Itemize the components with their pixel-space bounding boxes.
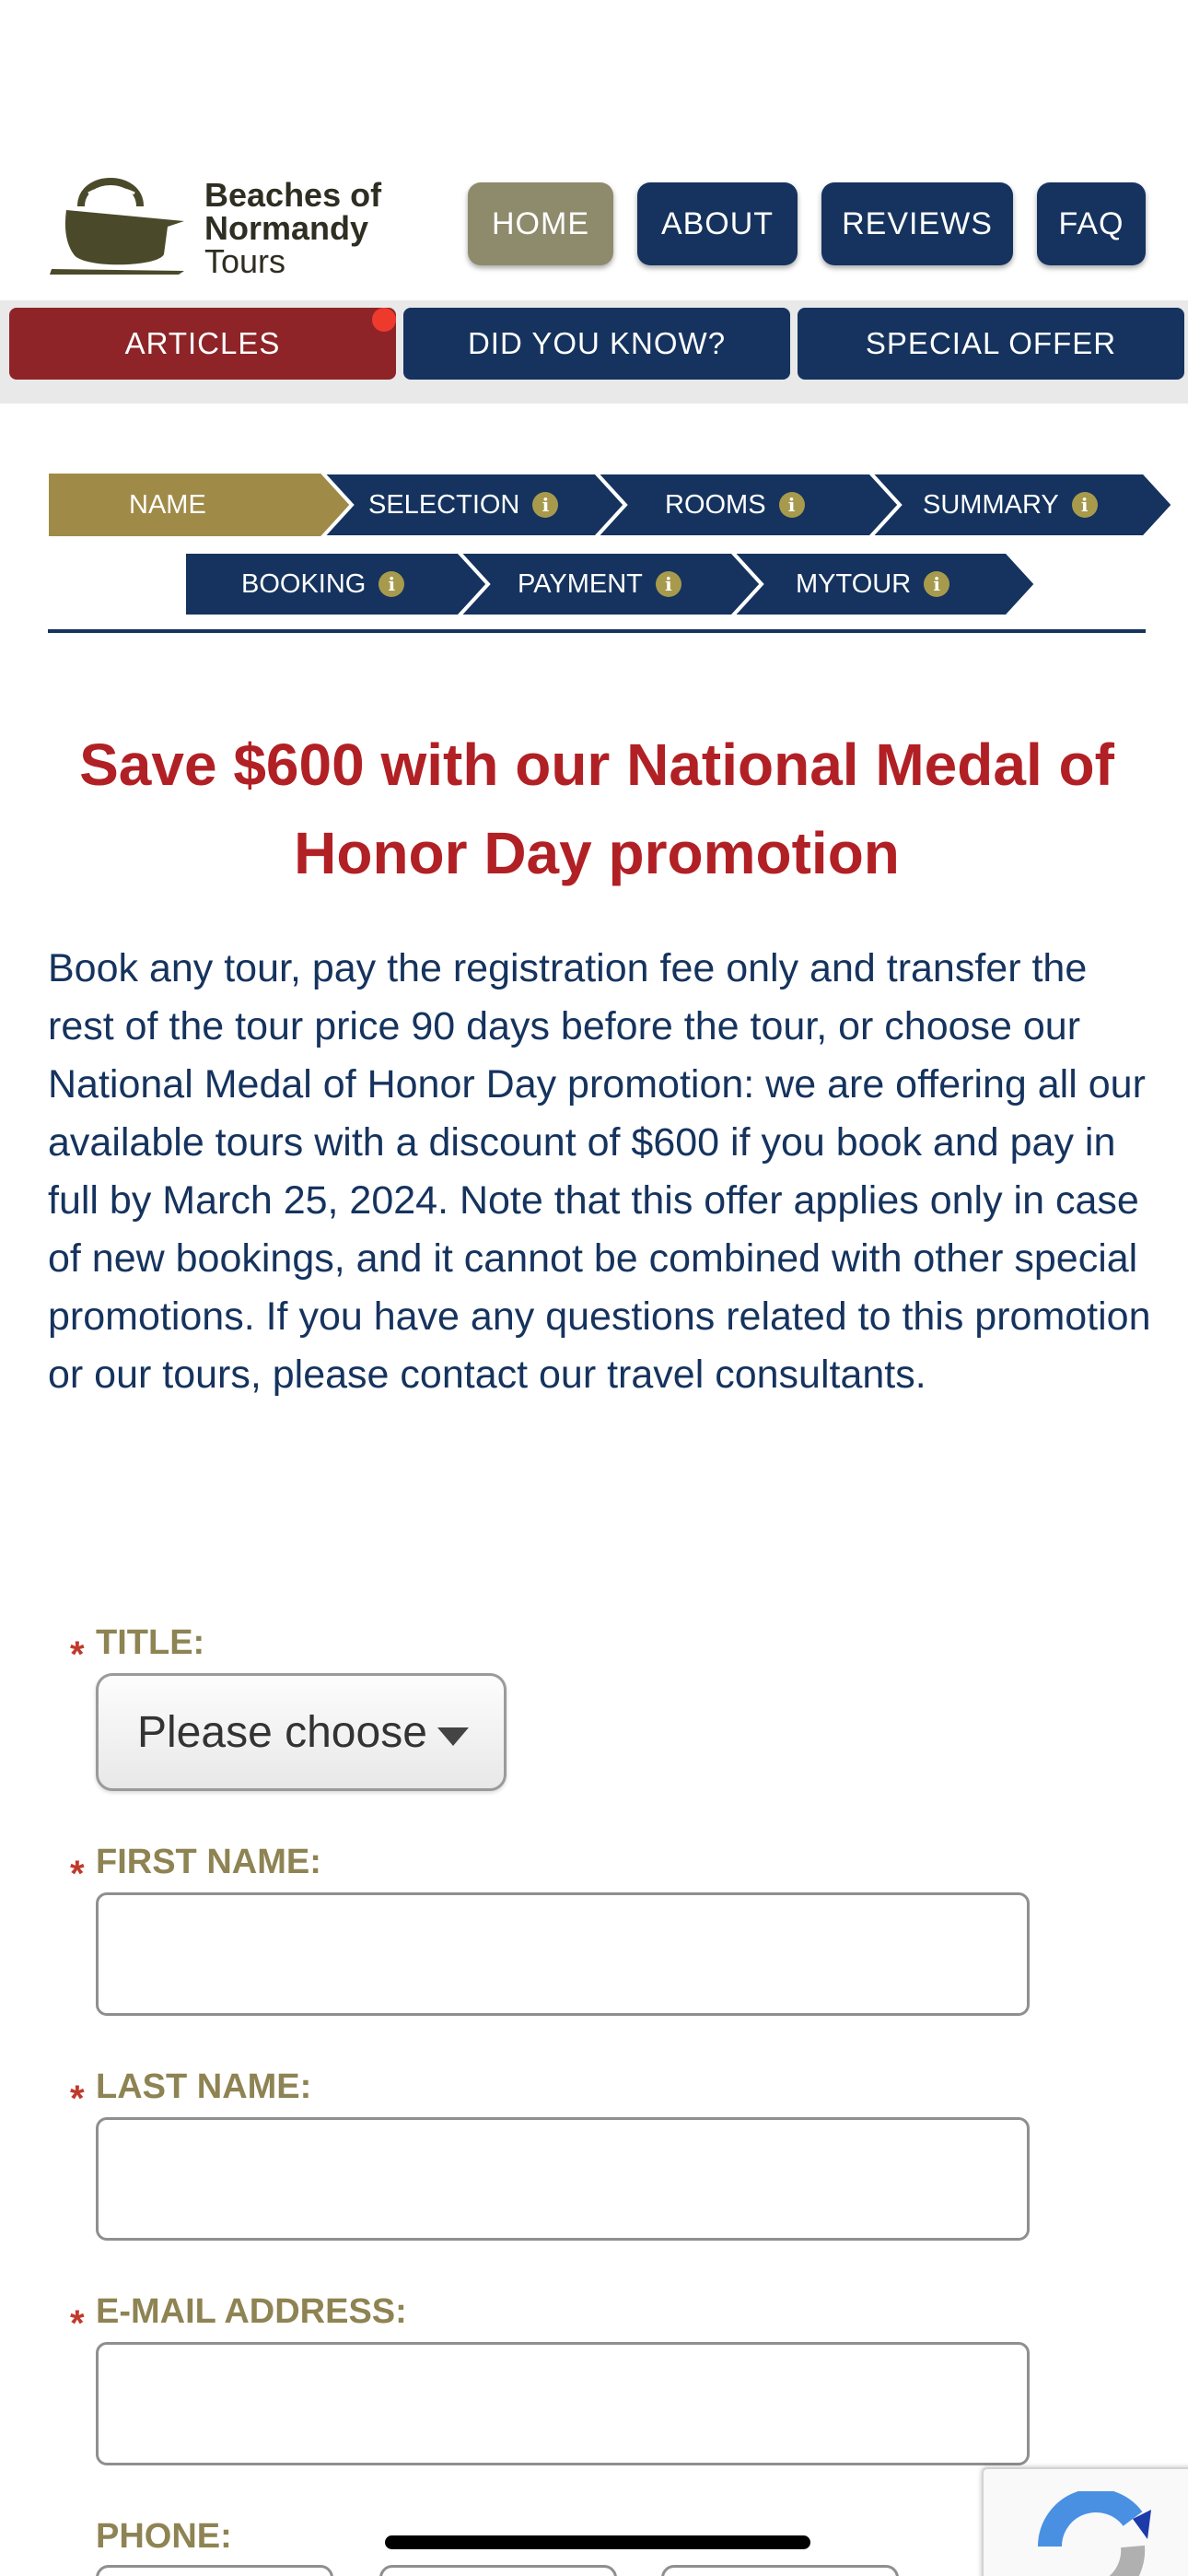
nav-faq-button[interactable]: FAQ — [1037, 182, 1146, 265]
step-booking[interactable]: BOOKING i — [241, 551, 405, 617]
required-mark: * — [70, 1854, 85, 1894]
step-name[interactable]: NAME — [129, 472, 206, 538]
nav-about-button[interactable]: ABOUT — [637, 182, 798, 265]
brand-name-line3: Tours — [204, 242, 286, 280]
nav-did-you-know-button[interactable]: DID YOU KNOW? — [403, 308, 790, 380]
email-input[interactable] — [96, 2342, 1030, 2465]
step-rooms[interactable]: ROOMS i — [665, 472, 805, 538]
step-rooms-label: ROOMS — [665, 489, 766, 520]
recaptcha-icon — [1038, 2491, 1151, 2576]
title-label: TITLE: — [96, 1623, 205, 1662]
site-header: Beaches of Normandy Tours HOME ABOUT REV… — [0, 0, 1188, 405]
phone-country-input[interactable] — [96, 2565, 333, 2576]
step-payment[interactable]: PAYMENT i — [518, 551, 681, 617]
required-mark: * — [70, 2303, 85, 2344]
phone-label: PHONE: — [96, 2517, 232, 2556]
info-icon[interactable]: i — [379, 571, 405, 597]
recaptcha-badge[interactable] — [982, 2467, 1188, 2576]
site-logo[interactable]: Beaches of Normandy Tours — [46, 166, 396, 286]
booking-steps: NAME SELECTION i ROOMS i SUMMARY i BOOKI… — [48, 472, 1177, 638]
title-select-value: Please choose — [137, 1707, 427, 1757]
info-icon[interactable]: i — [924, 571, 950, 597]
phone-number-input[interactable] — [661, 2565, 899, 2576]
step-mytour-label: MYTOUR — [796, 568, 912, 599]
step-summary[interactable]: SUMMARY i — [923, 472, 1098, 538]
nav-reviews-button[interactable]: REVIEWS — [821, 182, 1013, 265]
brand-name-line2: Normandy — [204, 209, 369, 247]
nav-home-button[interactable]: HOME — [468, 182, 613, 265]
step-payment-label: PAYMENT — [518, 568, 643, 599]
phone-area-input[interactable] — [379, 2565, 617, 2576]
info-icon[interactable]: i — [778, 492, 805, 518]
steps-divider — [48, 629, 1146, 633]
required-mark: * — [70, 1634, 85, 1675]
last-name-label: LAST NAME: — [96, 2067, 312, 2106]
home-indicator — [385, 2535, 810, 2549]
chevron-down-icon — [437, 1727, 469, 1746]
cauldron-logo-icon — [50, 178, 184, 275]
step-mytour[interactable]: MYTOUR i — [796, 551, 950, 617]
info-icon[interactable]: i — [532, 492, 559, 518]
email-label: E-MAIL ADDRESS: — [96, 2292, 407, 2331]
first-name-label: FIRST NAME: — [96, 1843, 321, 1881]
notification-badge — [372, 308, 396, 332]
brand-name-line1: Beaches of — [204, 176, 382, 214]
required-mark: * — [70, 2078, 85, 2119]
step-name-label: NAME — [129, 489, 206, 520]
promo-description: Book any tour, pay the registration fee … — [48, 946, 1151, 1397]
nav-special-offer-button[interactable]: SPECIAL OFFER — [798, 308, 1184, 380]
title-select[interactable]: Please choose — [96, 1673, 507, 1791]
promo-title: Save $600 with our National Medal of Hon… — [79, 732, 1114, 886]
nav-articles-button[interactable]: ARTICLES — [9, 308, 396, 380]
first-name-input[interactable] — [96, 1892, 1030, 2016]
step-selection-label: SELECTION — [368, 489, 520, 520]
info-icon[interactable]: i — [1071, 492, 1098, 518]
last-name-input[interactable] — [96, 2117, 1030, 2241]
info-icon[interactable]: i — [655, 571, 681, 597]
step-booking-label: BOOKING — [241, 568, 367, 599]
step-summary-label: SUMMARY — [923, 489, 1059, 520]
step-selection[interactable]: SELECTION i — [368, 472, 559, 538]
secondary-nav: ARTICLES DID YOU KNOW? SPECIAL OFFER — [0, 300, 1188, 404]
